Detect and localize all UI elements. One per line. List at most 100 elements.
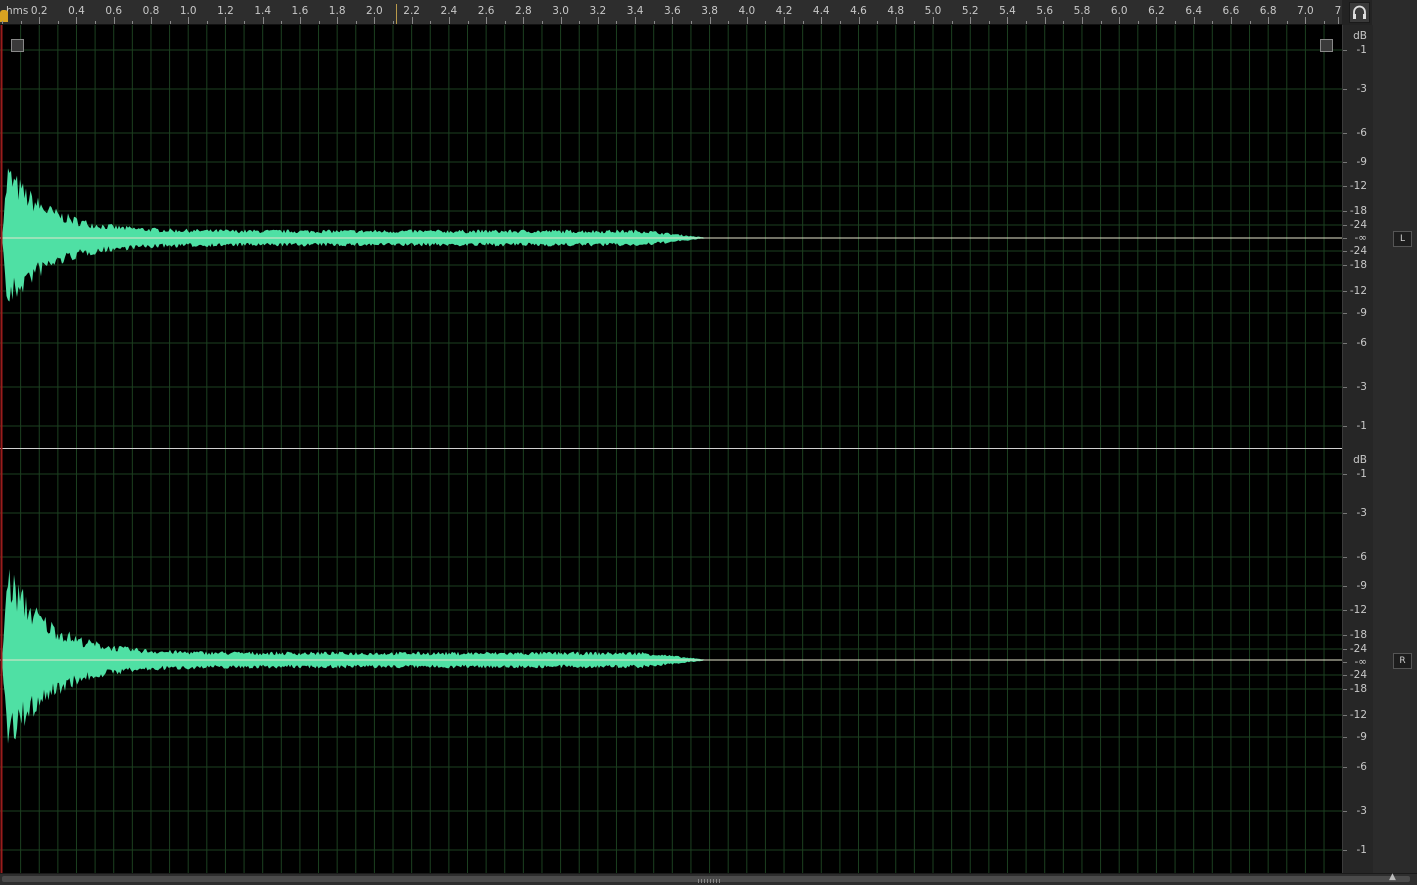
db-tick	[1343, 225, 1347, 226]
channel-left-button[interactable]: L	[1393, 231, 1412, 247]
ruler-minor-tick	[1063, 21, 1065, 24]
ruler-minor-tick	[1193, 21, 1195, 24]
ruler-minor-tick	[579, 21, 581, 24]
ruler-minor-tick	[1119, 21, 1121, 24]
ruler-minor-tick	[784, 21, 786, 24]
db-label: -18	[1349, 629, 1367, 641]
ruler-minor-tick	[299, 21, 301, 24]
ruler-label: 6.0	[1110, 5, 1128, 17]
ruler-label: 6.2	[1148, 5, 1165, 17]
ruler-label: 2.0	[366, 5, 383, 17]
ruler-label: 1.4	[254, 5, 272, 17]
ruler-label: 2.6	[477, 5, 495, 17]
cursor-marker[interactable]	[396, 4, 397, 24]
ruler-label: 1.8	[328, 5, 346, 17]
db-label: -18	[1349, 205, 1367, 217]
db-tick	[1343, 426, 1347, 427]
db-tick	[1343, 513, 1347, 514]
ruler-minor-tick	[132, 21, 134, 24]
db-tick	[1343, 265, 1347, 266]
ruler-minor-tick	[858, 21, 860, 24]
ruler-minor-tick	[653, 21, 655, 24]
ruler-label: 3.2	[589, 5, 607, 17]
ruler-minor-tick	[504, 21, 506, 24]
db-label: -12	[1349, 604, 1367, 616]
db-label: -12	[1349, 180, 1367, 192]
db-tick	[1343, 715, 1347, 716]
db-label: -1	[1356, 844, 1367, 856]
ruler-minor-tick	[76, 21, 78, 24]
ruler-minor-tick	[1026, 21, 1028, 24]
db-label: -1	[1356, 468, 1367, 480]
db-label: -6	[1356, 337, 1367, 349]
ruler-label: 2.8	[515, 5, 532, 17]
ruler-minor-tick	[914, 21, 916, 24]
ruler-minor-tick	[1305, 21, 1307, 24]
db-label: -1	[1356, 420, 1367, 432]
channel-strip	[1372, 0, 1417, 884]
monitor-headphone-button[interactable]	[1349, 2, 1370, 23]
db-tick	[1343, 238, 1347, 239]
db-label: -24	[1349, 219, 1367, 231]
db-label: -24	[1349, 245, 1367, 257]
db-label: -12	[1349, 709, 1367, 721]
db-label: -6	[1356, 127, 1367, 139]
ruler-label: 1.2	[217, 5, 234, 17]
waveform-canvas[interactable]	[0, 25, 1342, 873]
db-label: -9	[1356, 580, 1367, 592]
db-tick	[1343, 649, 1347, 650]
ruler-label: 1.6	[291, 5, 309, 17]
ruler-minor-tick	[523, 21, 525, 24]
scrollbar-thumb[interactable]	[2, 876, 1410, 883]
ruler-minor-tick	[1137, 21, 1139, 24]
ruler-label: 5.6	[1036, 5, 1054, 17]
ruler-minor-tick	[244, 21, 246, 24]
ruler-minor-tick	[672, 21, 674, 24]
channel-right-button[interactable]: R	[1393, 653, 1412, 669]
ruler-minor-tick	[486, 21, 488, 24]
ruler-label: 7	[1334, 5, 1342, 17]
ruler-minor-tick	[970, 21, 972, 24]
ruler-minor-tick	[1286, 21, 1288, 24]
horizontal-scrollbar[interactable]	[0, 873, 1417, 885]
ruler-minor-tick	[281, 21, 283, 24]
ruler-minor-tick	[113, 21, 115, 24]
db-tick	[1343, 343, 1347, 344]
waveform-left	[2, 168, 709, 302]
ruler-minor-tick	[877, 21, 879, 24]
ruler-minor-tick	[1044, 21, 1046, 24]
ruler-minor-tick	[318, 21, 320, 24]
zoom-corner-left-icon[interactable]	[11, 39, 24, 52]
db-tick	[1343, 689, 1347, 690]
db-label: -9	[1356, 156, 1367, 168]
db-label: -3	[1356, 507, 1367, 519]
ruler-minor-tick	[1156, 21, 1158, 24]
scroll-arrow-icon[interactable]: ▲	[1389, 872, 1396, 882]
headphones-icon	[1353, 5, 1366, 19]
ruler-tick	[1338, 17, 1339, 24]
db-tick	[1343, 251, 1347, 252]
ruler-label: 6.6	[1222, 5, 1240, 17]
db-scale: dB -1 -3 -6 -9 -12 -18 -24 -∞ -24 -18 -12 -9 -6 -3 -1 dB…	[1342, 25, 1373, 873]
waveform-view[interactable]	[0, 25, 1342, 873]
ruler-minor-tick	[560, 21, 562, 24]
ruler-minor-tick	[951, 21, 953, 24]
time-ruler[interactable]: hms 0.2 0.4 0.6 0.8 1.0 1.2 1.4 1.6 1.8 2.0 2.2 2.4…	[0, 0, 1342, 25]
ruler-minor-tick	[1007, 21, 1009, 24]
zoom-corner-right-icon[interactable]	[1320, 39, 1333, 52]
ruler-minor-tick	[895, 21, 897, 24]
db-tick	[1343, 737, 1347, 738]
ruler-label: 1.0	[179, 5, 197, 17]
db-label: -3	[1356, 83, 1367, 95]
db-unit-label: dB	[1353, 30, 1367, 42]
ruler-label: 5.0	[924, 5, 942, 17]
ruler-label: 6.8	[1259, 5, 1277, 17]
ruler-label: 2.4	[440, 5, 458, 17]
ruler-minor-tick	[448, 21, 450, 24]
db-label: -24	[1349, 643, 1367, 655]
db-tick	[1343, 586, 1347, 587]
ruler-label: 4.6	[850, 5, 867, 17]
db-tick	[1343, 811, 1347, 812]
ruler-minor-tick	[1249, 21, 1251, 24]
ruler-label: 3.6	[663, 5, 681, 17]
